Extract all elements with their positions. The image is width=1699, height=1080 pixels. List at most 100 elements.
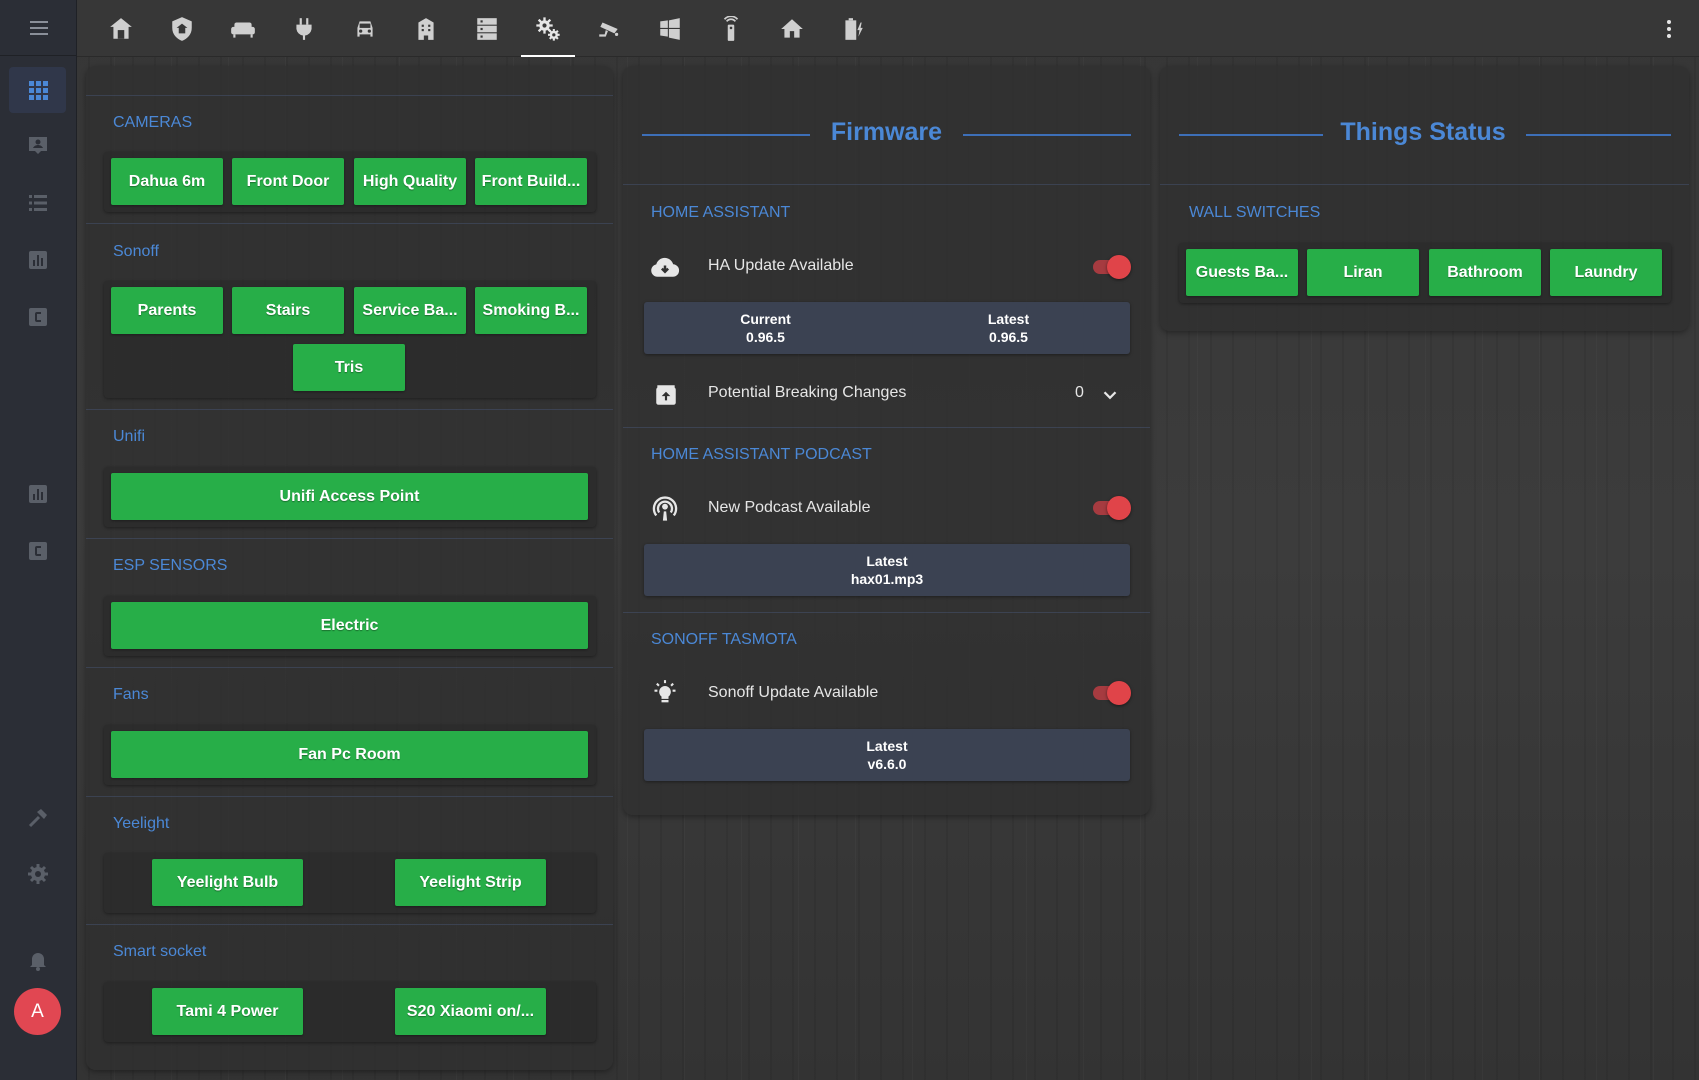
wall-switch-button[interactable]: Laundry [1550, 249, 1662, 296]
sidebar-item-logbook[interactable] [9, 180, 66, 226]
sonoff-button[interactable]: Tris [293, 344, 405, 391]
sonoff-button[interactable]: Smoking B... [475, 287, 587, 334]
c-box-icon [28, 308, 47, 326]
package-up-icon [656, 385, 676, 405]
tab-home-group[interactable] [92, 0, 150, 57]
tab-battery[interactable] [824, 0, 882, 57]
wall-switch-button[interactable]: Bathroom [1429, 249, 1541, 296]
sidebar-item-overview[interactable] [9, 67, 66, 113]
breaking-changes-label: Potential Breaking Changes [708, 384, 907, 401]
section-title-unifi: Unifi [113, 428, 146, 445]
chevron-down-icon[interactable] [1099, 384, 1121, 406]
gear-icon [27, 864, 48, 884]
camera-button[interactable]: Front Build... [475, 158, 587, 205]
tab-building[interactable] [397, 0, 455, 57]
sidebar: A [0, 0, 77, 1080]
section-title-tasmota: SONOFF TASMOTA [651, 631, 797, 648]
chart-box-icon [28, 251, 47, 269]
microsoft-windows-icon [660, 17, 680, 40]
car-icon [357, 20, 373, 37]
tab-cctv[interactable] [580, 0, 638, 57]
sidebar-item-custom-2[interactable] [9, 528, 66, 574]
sidebar-item-history[interactable] [9, 237, 66, 283]
sofa-icon [231, 22, 255, 38]
user-avatar[interactable]: A [14, 988, 61, 1035]
tab-settings[interactable] [519, 0, 577, 57]
tab-windows[interactable] [641, 0, 699, 57]
unifi-access-point-button[interactable]: Unifi Access Point [111, 473, 588, 520]
current-version-value: 0.96.5 [746, 329, 785, 345]
fan-pc-room-button[interactable]: Fan Pc Room [111, 731, 588, 778]
list-icon [28, 195, 47, 211]
menu-button[interactable] [0, 0, 77, 56]
wall-switch-button[interactable]: Guests Ba... [1186, 249, 1298, 296]
tab-car[interactable] [336, 0, 394, 57]
ha-update-toggle[interactable] [1088, 254, 1134, 280]
esp-button-group: Electric [104, 596, 596, 656]
section-title-wall-switches: WALL SWITCHES [1189, 204, 1321, 221]
firmware-title: Firmware [830, 118, 943, 146]
section-title-cameras: CAMERAS [113, 114, 193, 131]
yeelight-bulb-button[interactable]: Yeelight Bulb [152, 859, 303, 906]
wall-switches-button-group: Guests Ba... Liran Bathroom Laundry [1179, 243, 1671, 303]
podcast-update-toggle[interactable] [1088, 495, 1134, 521]
cctv-icon [599, 22, 619, 37]
tab-living-room[interactable] [214, 0, 272, 57]
s20-xiaomi-button[interactable]: S20 Xiaomi on/... [395, 988, 546, 1035]
hamburger-icon [29, 20, 48, 35]
section-title-esp-sensors: ESP SENSORS [113, 557, 228, 574]
bell-icon [29, 953, 46, 971]
tab-remote[interactable] [702, 0, 760, 57]
current-version-label: Current [740, 311, 791, 327]
cogs-icon [536, 16, 560, 41]
sidebar-item-custom[interactable] [9, 294, 66, 340]
tami-power-button[interactable]: Tami 4 Power [152, 988, 303, 1035]
tasmota-update-label: Sonoff Update Available [708, 684, 879, 701]
things-status-card: Things Status WALL SWITCHES Guests Ba...… [1160, 66, 1689, 331]
sonoff-button[interactable]: Parents [111, 287, 223, 334]
camera-button[interactable]: High Quality [354, 158, 466, 205]
sonoff-button[interactable]: Stairs [232, 287, 344, 334]
home-icon [781, 18, 803, 38]
office-building-icon [418, 17, 434, 40]
sidebar-item-history-2[interactable] [9, 471, 66, 517]
sidebar-item-notifications[interactable] [9, 937, 66, 983]
sidebar-item-developer-tools[interactable] [9, 795, 66, 841]
wall-switch-button[interactable]: Liran [1307, 249, 1419, 296]
chart-box-icon [28, 485, 47, 503]
sonoff-button[interactable]: Service Ba... [354, 287, 466, 334]
tasmota-version-box: Latest v6.6.0 [644, 729, 1130, 781]
electric-button[interactable]: Electric [111, 602, 588, 649]
section-title-sonoff: Sonoff [113, 243, 159, 260]
c-box-icon [28, 542, 47, 560]
sidebar-item-settings[interactable] [9, 851, 66, 897]
yeelight-strip-button[interactable]: Yeelight Strip [395, 859, 546, 906]
lightbulb-on-icon [654, 680, 676, 703]
hammer-icon [28, 809, 47, 828]
camera-button[interactable]: Dahua 6m [111, 158, 223, 205]
fans-button-group: Fan Pc Room [104, 725, 596, 785]
smart-socket-button-group: Tami 4 Power S20 Xiaomi on/... [104, 982, 596, 1042]
sidebar-item-account[interactable] [9, 123, 66, 169]
remote-icon [723, 15, 739, 41]
battery-charging-icon [845, 17, 863, 40]
server-icon [477, 17, 497, 40]
camera-button[interactable]: Front Door [232, 158, 344, 205]
tab-security[interactable] [153, 0, 211, 57]
tab-server[interactable] [458, 0, 516, 57]
tab-power[interactable] [275, 0, 333, 57]
tasmota-update-toggle[interactable] [1088, 680, 1134, 706]
tasmota-latest-value: v6.6.0 [867, 756, 907, 772]
apps-grid-icon [28, 81, 48, 100]
more-options-button[interactable] [1649, 0, 1689, 57]
power-plug-icon [296, 17, 312, 40]
home-group-icon [110, 17, 132, 39]
top-bar [77, 0, 1699, 57]
firmware-card: Firmware HOME ASSISTANT HA Update Availa… [623, 66, 1150, 815]
things-status-title: Things Status [1340, 118, 1506, 146]
tab-home[interactable] [763, 0, 821, 57]
account-box-icon [28, 137, 47, 154]
latest-version-label: Latest [987, 311, 1030, 327]
section-title-smart-socket: Smart socket [113, 943, 207, 960]
cloud-download-icon [651, 257, 680, 277]
